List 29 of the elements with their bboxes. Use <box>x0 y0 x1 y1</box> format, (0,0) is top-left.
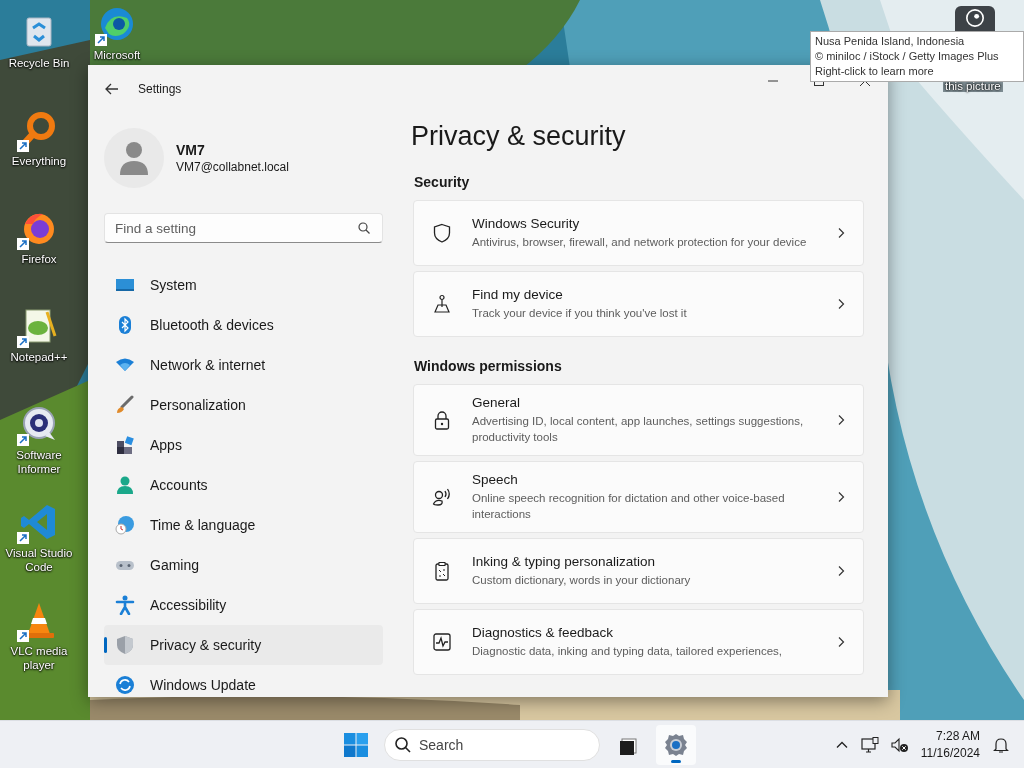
card-description: Track your device if you think you've lost it <box>472 306 688 321</box>
window-title: Settings <box>138 82 183 96</box>
tooltip-text: © miniloc / iStock / Getty Images Plus <box>815 49 1000 64</box>
card-description: Antivirus, browser, firewall, and network protection for your device <box>472 235 808 250</box>
desktop-icon-label: Firefox <box>20 252 58 266</box>
desktop-icon-label: Recycle Bin <box>7 56 71 70</box>
user-name: VM7 <box>176 142 206 158</box>
card-title: Find my device <box>472 287 564 302</box>
card-description: Diagnostic data, inking and typing data, tailored experiences, <box>472 644 784 659</box>
card-title: Inking & typing personalization <box>472 554 657 569</box>
card-title: Diagnostics & feedback <box>472 625 615 640</box>
card-title: General <box>472 395 522 410</box>
page-title: Privacy & security <box>411 121 627 152</box>
section-heading: Windows permissions <box>414 358 563 374</box>
desktop-icon-label: Microsoft <box>92 48 142 62</box>
tooltip-text: Right-click to learn more <box>815 64 935 79</box>
section-heading: Security <box>414 174 471 190</box>
card-description: Custom dictionary, words in your dictionary <box>472 573 692 588</box>
desktop-icon-label: Notepad++ <box>9 350 69 364</box>
desktop-icon-label: Software Informer <box>15 448 63 476</box>
user-email: VM7@collabnet.local <box>176 160 289 174</box>
card-title: Windows Security <box>472 216 581 231</box>
desktop-icon-label: Everything <box>10 154 68 168</box>
card-title: Speech <box>472 472 519 487</box>
tooltip-text: Nusa Penida Island, Indonesia <box>815 34 966 49</box>
card-description: Advertising ID, local content, app launches, settings suggestions, productivity tools <box>472 414 805 445</box>
desktop-icon-label: Visual Studio Code <box>4 546 74 574</box>
desktop-icon-label: VLC media player <box>9 644 69 672</box>
card-description: Online speech recognition for dictation and other voice-based interactions <box>472 491 786 522</box>
